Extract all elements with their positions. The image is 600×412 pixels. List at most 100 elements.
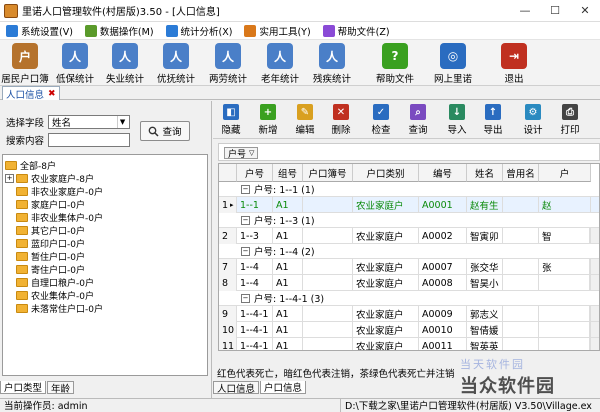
collapse-icon[interactable]: − (241, 293, 250, 303)
collapse-icon[interactable]: − (241, 184, 250, 194)
toolbar-button-9[interactable]: ⇥ 退出 (490, 40, 538, 86)
table-cell[interactable]: 农业家庭户 (353, 306, 419, 322)
field-select[interactable]: 姓名 ▼ (48, 115, 131, 129)
column-header[interactable]: 户口簿号 (303, 164, 353, 182)
record-toolbar-button-8[interactable]: ⚙ 设计 (514, 101, 552, 139)
tree-node[interactable]: 寄住户口-0户 (3, 263, 207, 276)
menu-item-4[interactable]: 帮助文件(Z) (321, 23, 392, 39)
column-header[interactable]: 户号 (237, 164, 273, 182)
tree-node[interactable]: 非农业家庭户-0户 (3, 185, 207, 198)
left-tab-1[interactable]: 年龄 (47, 381, 75, 395)
tab-population-info[interactable]: 人口信息 ✖ (2, 86, 60, 101)
tree-node[interactable]: 未落常住户口-0户 (3, 302, 207, 315)
tree-node[interactable]: 蓝印户口-0户 (3, 237, 207, 250)
collapse-icon[interactable]: − (241, 215, 250, 225)
toolbar-button-0[interactable]: 户居民户口簿 (0, 40, 50, 86)
group-row[interactable]: − 户号: 1--3 (1) (219, 213, 599, 228)
table-row[interactable]: 2 1--3 A1 农业家庭户 A0002 智寅卯 智 (219, 228, 599, 244)
table-cell[interactable]: A1 (273, 197, 303, 213)
table-cell[interactable]: A0011 (419, 338, 467, 350)
record-toolbar-button-6[interactable]: ↓ 导入 (439, 101, 475, 139)
table-cell[interactable] (503, 275, 539, 291)
table-cell[interactable]: 农业家庭户 (353, 275, 419, 291)
table-cell[interactable]: A0007 (419, 259, 467, 275)
table-row[interactable]: 1 ▸ 1--1 A1 农业家庭户 A0001 赵有生 赵 (219, 197, 599, 213)
collapse-icon[interactable]: − (241, 246, 250, 256)
table-cell[interactable]: 农业家庭户 (353, 228, 419, 244)
tree-node[interactable]: 自理口粮户-0户 (3, 276, 207, 289)
table-cell[interactable] (303, 259, 353, 275)
search-content-input[interactable] (48, 133, 131, 147)
close-tab-icon[interactable]: ✖ (48, 89, 56, 99)
maximize-button[interactable]: ☐ (540, 0, 570, 22)
table-cell[interactable]: A0001 (419, 197, 467, 213)
column-header[interactable]: 姓名 (467, 164, 503, 182)
toolbar-button-8[interactable]: ◎ 网上里诺 (424, 40, 482, 86)
tree-node[interactable]: 农业集体户-0户 (3, 289, 207, 302)
table-row[interactable]: 8 1--4 A1 农业家庭户 A0008 智昊小 (219, 275, 599, 291)
table-cell[interactable]: A1 (273, 338, 303, 350)
right-tab-1[interactable]: 户口信息 (260, 381, 307, 394)
record-toolbar-button-9[interactable]: ⎙ 打印 (552, 101, 588, 139)
table-cell[interactable]: 1--4 (237, 259, 273, 275)
table-cell[interactable]: 赵有生 (467, 197, 503, 213)
table-cell[interactable]: 智英英 (467, 338, 503, 350)
column-header[interactable]: 户 (539, 164, 591, 182)
table-cell[interactable]: 1--4-1 (237, 306, 273, 322)
right-tab-0[interactable]: 人口信息 (213, 381, 260, 395)
table-cell[interactable]: A1 (273, 322, 303, 338)
table-cell[interactable]: 农业家庭户 (353, 259, 419, 275)
table-cell[interactable]: 智倩媛 (467, 322, 503, 338)
table-cell[interactable] (503, 197, 539, 213)
table-cell[interactable]: A0002 (419, 228, 467, 244)
table-row[interactable]: 9 1--4-1 A1 农业家庭户 A0009 郭志义 (219, 306, 599, 322)
table-cell[interactable]: 1--3 (237, 228, 273, 244)
table-cell[interactable]: A1 (273, 259, 303, 275)
column-header[interactable]: 编号 (419, 164, 467, 182)
left-tab-0[interactable]: 户口类型 (0, 381, 47, 394)
table-cell[interactable]: 郭志义 (467, 306, 503, 322)
record-toolbar-button-0[interactable]: ◧ 隐藏 (213, 101, 249, 139)
record-toolbar-button-1[interactable]: + 新增 (249, 101, 287, 139)
record-toolbar-button-2[interactable]: ✎ 编辑 (287, 101, 323, 139)
toolbar-button-6[interactable]: 人残疾统计 (306, 40, 358, 86)
record-toolbar-button-5[interactable]: ⌕ 查询 (400, 101, 436, 139)
tree-node[interactable]: + 农业家庭户-8户 (3, 172, 207, 185)
table-cell[interactable] (539, 322, 591, 338)
table-cell[interactable] (539, 306, 591, 322)
table-cell[interactable] (303, 306, 353, 322)
toolbar-button-2[interactable]: 人失业统计 (100, 40, 150, 86)
table-cell[interactable]: 1--4-1 (237, 322, 273, 338)
group-row[interactable]: − 户号: 1--4-1 (3) (219, 291, 599, 306)
table-cell[interactable] (503, 338, 539, 350)
table-cell[interactable] (503, 306, 539, 322)
menu-item-1[interactable]: 数据操作(M) (83, 23, 156, 39)
table-cell[interactable]: A1 (273, 275, 303, 291)
table-cell[interactable] (303, 197, 353, 213)
table-cell[interactable] (503, 228, 539, 244)
table-cell[interactable]: 农业家庭户 (353, 197, 419, 213)
table-cell[interactable]: A0009 (419, 306, 467, 322)
column-header[interactable]: 组号 (273, 164, 303, 182)
table-cell[interactable] (539, 275, 591, 291)
table-cell[interactable]: 智 (539, 228, 591, 244)
column-header[interactable]: 户口类别 (353, 164, 419, 182)
group-row[interactable]: − 户号: 1--4 (2) (219, 244, 599, 259)
toolbar-button-7[interactable]: ? 帮助文件 (366, 40, 424, 86)
close-button[interactable]: ✕ (570, 0, 600, 22)
table-cell[interactable] (303, 275, 353, 291)
toolbar-button-1[interactable]: 人低保统计 (50, 40, 100, 86)
table-row[interactable]: 10 1--4-1 A1 农业家庭户 A0010 智倩媛 (219, 322, 599, 338)
table-cell[interactable]: A0008 (419, 275, 467, 291)
table-cell[interactable] (503, 322, 539, 338)
table-cell[interactable] (303, 338, 353, 350)
table-cell[interactable] (303, 228, 353, 244)
menu-item-3[interactable]: 实用工具(Y) (242, 23, 312, 39)
table-cell[interactable] (539, 338, 591, 350)
expand-icon[interactable]: + (5, 174, 14, 183)
menu-item-0[interactable]: 系统设置(V) (4, 23, 75, 39)
tree-node[interactable]: 暂住户口-0户 (3, 250, 207, 263)
tree-node[interactable]: 全部-8户 (3, 159, 207, 172)
table-cell[interactable]: 张交华 (467, 259, 503, 275)
table-cell[interactable]: 农业家庭户 (353, 338, 419, 350)
